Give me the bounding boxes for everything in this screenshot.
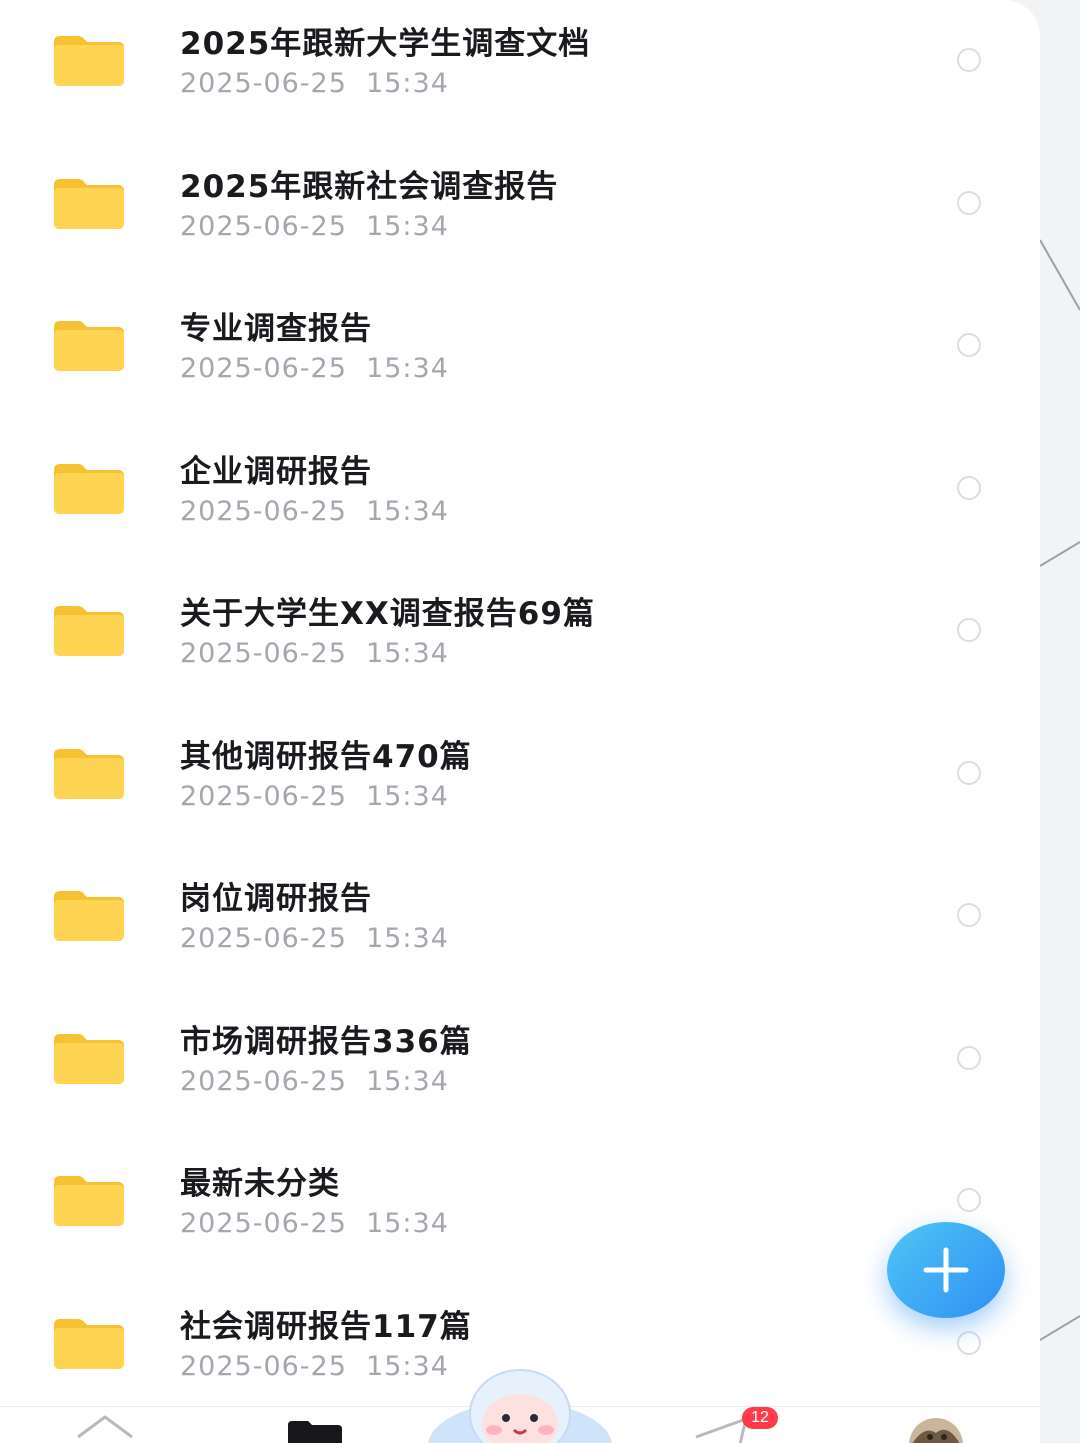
plus-icon (923, 1247, 969, 1293)
notification-badge: 12 (742, 1407, 778, 1429)
folder-icon (54, 606, 124, 656)
file-name: 其他调研报告470篇 (180, 738, 472, 775)
file-list-item[interactable]: 企业调研报告 2025-06-25 15:34 (0, 426, 1040, 568)
file-list-item[interactable]: 岗位调研报告 2025-06-25 15:34 (0, 853, 1040, 995)
file-name: 专业调查报告 (180, 311, 372, 347)
folder-icon (54, 1318, 124, 1369)
select-radio[interactable] (957, 618, 981, 642)
select-radio[interactable] (957, 903, 981, 927)
file-name: 岗位调研报告 (180, 881, 372, 917)
file-list-item[interactable]: 其他调研报告470篇 2025-06-25 15:34 (0, 711, 1040, 853)
folder-icon (54, 36, 124, 86)
file-modified-time: 2025-06-25 15:34 (180, 495, 449, 527)
select-radio[interactable] (957, 475, 981, 500)
home-icon (77, 1415, 133, 1439)
avatar-icon (909, 1418, 963, 1443)
file-list-item[interactable]: 2025年跟新社会调查报告 2025-06-25 15:34 (0, 141, 1040, 283)
file-name: 企业调研报告 (180, 453, 372, 490)
select-radio[interactable] (957, 48, 981, 72)
file-modified-time: 2025-06-25 15:34 (180, 638, 449, 669)
add-button[interactable] (887, 1222, 1005, 1318)
tab-files[interactable] (284, 1407, 346, 1443)
file-name: 社会调研报告117篇 (180, 1308, 472, 1345)
select-radio[interactable] (957, 190, 981, 215)
tab-profile[interactable] (906, 1407, 966, 1443)
file-modified-time: 2025-06-25 15:34 (180, 923, 449, 954)
select-radio[interactable] (957, 333, 981, 357)
file-list-item[interactable]: 2025年跟新大学生调查文档 2025-06-25 15:34 (0, 0, 1040, 140)
file-modified-time: 2025-06-25 15:34 (180, 210, 449, 242)
file-name: 市场调研报告336篇 (180, 1023, 472, 1060)
folder-icon (54, 321, 124, 371)
select-radio[interactable] (957, 1188, 981, 1212)
file-modified-time: 2025-06-25 15:34 (180, 1065, 449, 1097)
app-screen: 2025年跟新大学生调查文档 2025-06-25 15:34 2025年跟新社会调… (0, 0, 1080, 1443)
folder-icon (54, 178, 124, 229)
file-list-item[interactable]: 关于大学生XX调查报告69篇 2025-06-25 15:34 (0, 568, 1040, 710)
file-modified-time: 2025-06-25 15:34 (180, 1350, 449, 1382)
file-name: 关于大学生XX调查报告69篇 (180, 596, 595, 632)
select-radio[interactable] (957, 1045, 981, 1070)
file-name: 2025年跟新大学生调查文档 (180, 26, 591, 62)
file-name: 最新未分类 (180, 1166, 340, 1202)
file-list-item[interactable]: 最新未分类 2025-06-25 15:34 (0, 1138, 1040, 1280)
folder-icon (54, 891, 124, 941)
file-name: 2025年跟新社会调查报告 (180, 168, 559, 205)
file-list-item[interactable]: 市场调研报告336篇 2025-06-25 15:34 (0, 996, 1040, 1138)
folder-icon (288, 1421, 342, 1443)
file-modified-time: 2025-06-25 15:34 (180, 353, 449, 384)
file-list-item[interactable]: 专业调查报告 2025-06-25 15:34 (0, 283, 1040, 425)
mascot-icon[interactable] (428, 1366, 612, 1443)
file-modified-time: 2025-06-25 15:34 (180, 780, 449, 812)
select-radio[interactable] (957, 1330, 981, 1355)
background-decoration (1040, 239, 1080, 1341)
file-modified-time: 2025-06-25 15:34 (180, 68, 449, 99)
tab-home[interactable] (74, 1407, 136, 1443)
select-radio[interactable] (957, 760, 981, 785)
file-list-panel: 2025年跟新大学生调查文档 2025-06-25 15:34 2025年跟新社会调… (0, 0, 1040, 1443)
folder-icon (54, 1033, 124, 1084)
folder-icon (54, 463, 124, 514)
folder-icon (54, 748, 124, 799)
folder-icon (54, 1176, 124, 1226)
file-modified-time: 2025-06-25 15:34 (180, 1208, 449, 1239)
